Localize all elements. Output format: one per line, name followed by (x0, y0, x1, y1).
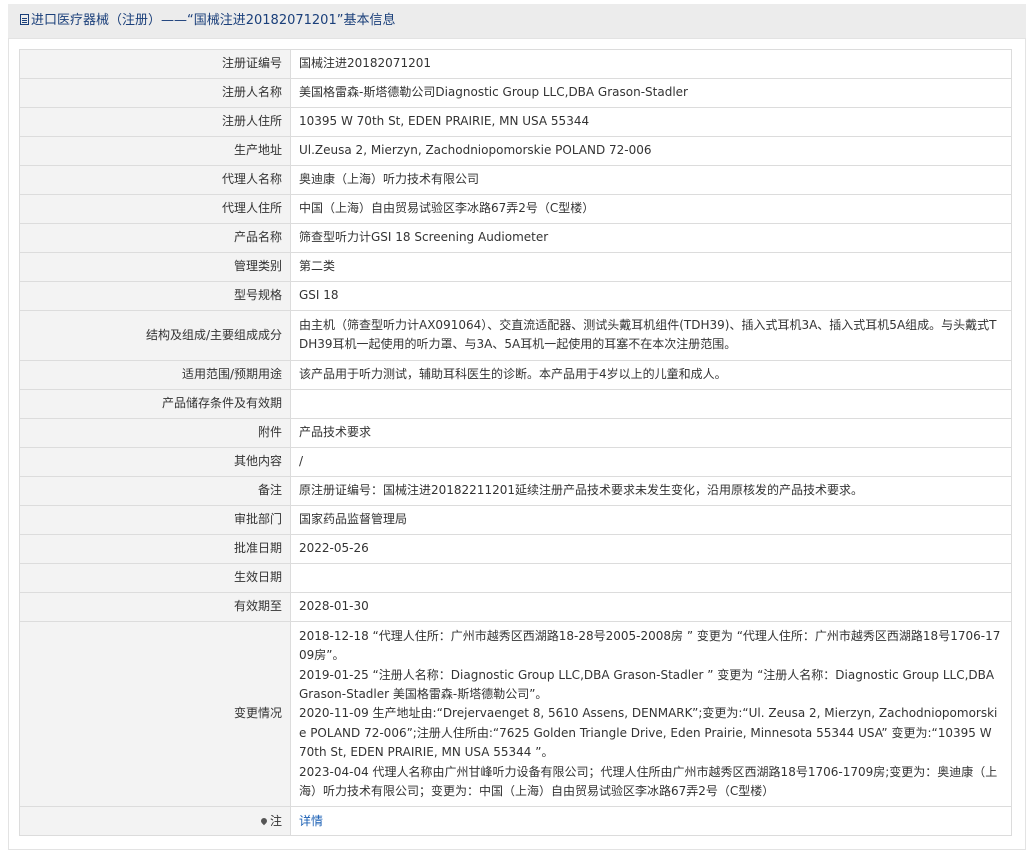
field-value: 中国（上海）自由贸易试验区李冰路67弄2号（C型楼） (290, 194, 1012, 224)
table-row: 审批部门 国家药品监督管理局 (19, 504, 1012, 535)
table-row: 附件 产品技术要求 (19, 417, 1012, 448)
details-link[interactable]: 详情 (299, 814, 323, 828)
field-value: 第二类 (290, 252, 1012, 282)
field-label: 注册人名称 (19, 78, 291, 108)
document-icon (20, 14, 29, 25)
field-value: 美国格雷森-斯塔德勒公司Diagnostic Group LLC,DBA Gra… (290, 78, 1012, 108)
field-value: 国家药品监督管理局 (290, 504, 1012, 535)
field-label: 代理人名称 (19, 165, 291, 195)
note-label-cell: 注 (19, 806, 291, 837)
field-label: 生效日期 (19, 562, 291, 593)
field-label: 型号规格 (19, 281, 291, 311)
table-row: 代理人名称 奥迪康（上海）听力技术有限公司 (19, 165, 1012, 195)
field-label: 变更情况 (19, 620, 291, 808)
field-value: 原注册证编号：国械注进20182211201延续注册产品技术要求未发生变化，沿用… (290, 475, 1012, 506)
field-value: 产品技术要求 (290, 417, 1012, 448)
field-value: 奥迪康（上海）听力技术有限公司 (290, 165, 1012, 195)
field-value: GSI 18 (290, 281, 1012, 311)
field-label: 生产地址 (19, 136, 291, 166)
change-entry: 2020-11-09 生产地址由:“Drejervaenget 8, 5610 … (299, 706, 998, 760)
table-row: 生效日期 (19, 562, 1012, 593)
field-value (290, 388, 1012, 419)
detail-table-body: 注册证编号 国械注进20182071201 注册人名称 美国格雷森-斯塔德勒公司Dia… (19, 49, 1012, 837)
field-value: 10395 W 70th St, EDEN PRAIRIE, MN USA 55… (290, 107, 1012, 137)
field-label: 注册人住所 (19, 107, 291, 137)
field-value: Ul.Zeusa 2, Mierzyn, Zachodniopomorskie … (290, 136, 1012, 166)
field-label: 审批部门 (19, 504, 291, 535)
note-value: 详情 (290, 806, 1012, 837)
table-row: 结构及组成/主要组成成分 由主机（筛查型听力计AX091064）、交直流适配器、测… (19, 310, 1012, 361)
field-value: 2028-01-30 (290, 591, 1012, 622)
field-value: / (290, 446, 1012, 477)
table-row: 型号规格 GSI 18 (19, 281, 1012, 311)
field-label: 其他内容 (19, 446, 291, 477)
field-value (290, 562, 1012, 593)
field-label: 产品名称 (19, 223, 291, 253)
field-value: 2022-05-26 (290, 533, 1012, 564)
field-label: 附件 (19, 417, 291, 448)
note-label: 注 (269, 813, 282, 828)
change-entry: 2019-01-25 “注册人名称：Diagnostic Group LLC,D… (299, 667, 995, 702)
change-history-list: 2018-12-18 “代理人住所：广州市越秀区西湖路18-28号2005-20… (290, 620, 1012, 808)
pin-icon (259, 816, 269, 826)
table-row: 产品名称 筛查型听力计GSI 18 Screening Audiometer (19, 223, 1012, 253)
page-title-bar: 进口医疗器械（注册）——“国械注进20182071201”基本信息 (8, 4, 1026, 38)
table-row: 批准日期 2022-05-26 (19, 533, 1012, 564)
table-row: 产品储存条件及有效期 (19, 388, 1012, 419)
field-value: 筛查型听力计GSI 18 Screening Audiometer (290, 223, 1012, 253)
change-history-row: 变更情况 2018-12-18 “代理人住所：广州市越秀区西湖路18-28号200… (19, 620, 1012, 808)
table-row: 生产地址 Ul.Zeusa 2, Mierzyn, Zachodniopomors… (19, 136, 1012, 166)
field-label: 批准日期 (19, 533, 291, 564)
table-row: 代理人住所 中国（上海）自由贸易试验区李冰路67弄2号（C型楼） (19, 194, 1012, 224)
field-label: 适用范围/预期用途 (19, 359, 291, 390)
table-row: 有效期至 2028-01-30 (19, 591, 1012, 622)
field-label: 结构及组成/主要组成成分 (19, 310, 291, 361)
field-value: 由主机（筛查型听力计AX091064）、交直流适配器、测试头戴耳机组件(TDH3… (290, 310, 1012, 361)
field-label: 产品储存条件及有效期 (19, 388, 291, 419)
change-entry: 2018-12-18 “代理人住所：广州市越秀区西湖路18-28号2005-20… (299, 628, 1001, 663)
field-label: 注册证编号 (19, 49, 291, 79)
field-label: 管理类别 (19, 252, 291, 282)
field-value: 国械注进20182071201 (290, 49, 1012, 79)
table-row: 注册证编号 国械注进20182071201 (19, 49, 1012, 79)
field-value: 该产品用于听力测试，辅助耳科医生的诊断。本产品用于4岁以上的儿童和成人。 (290, 359, 1012, 390)
page-title: 进口医疗器械（注册）——“国械注进20182071201”基本信息 (31, 13, 396, 28)
table-row: 注册人住所 10395 W 70th St, EDEN PRAIRIE, MN U… (19, 107, 1012, 137)
note-row: 注 详情 (19, 806, 1012, 837)
field-label: 备注 (19, 475, 291, 506)
change-entry: 2023-04-04 代理人名称由广州甘峰听力设备有限公司；代理人住所由广州市越… (299, 764, 998, 799)
table-row: 注册人名称 美国格雷森-斯塔德勒公司Diagnostic Group LLC,DB… (19, 78, 1012, 108)
table-row: 其他内容 / (19, 446, 1012, 477)
table-row: 备注 原注册证编号：国械注进20182211201延续注册产品技术要求未发生变化，… (19, 475, 1012, 506)
table-row: 管理类别 第二类 (19, 252, 1012, 282)
field-label: 代理人住所 (19, 194, 291, 224)
field-label: 有效期至 (19, 591, 291, 622)
detail-table: 注册证编号 国械注进20182071201 注册人名称 美国格雷森-斯塔德勒公司Dia… (19, 49, 1012, 837)
table-row: 适用范围/预期用途 该产品用于听力测试，辅助耳科医生的诊断。本产品用于4岁以上的儿… (19, 359, 1012, 390)
